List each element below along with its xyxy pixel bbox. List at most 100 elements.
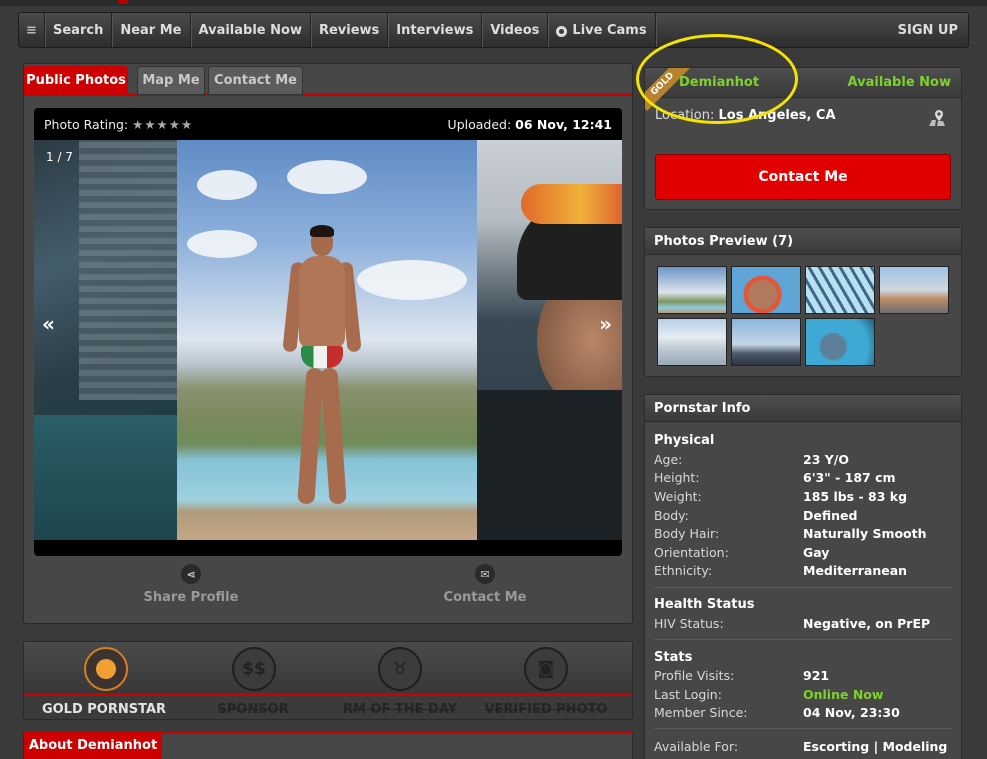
main-photo[interactable] [177, 140, 477, 540]
cloud [357, 260, 467, 300]
nav-live-cams-label: Live Cams [572, 22, 647, 38]
jacket [477, 390, 622, 540]
badge-sponsor: SPONSOR [217, 702, 289, 717]
physical-title: Physical [654, 433, 715, 448]
tab-public-photos[interactable]: Public Photos [24, 66, 128, 95]
info-value: 185 lbs - 83 kg [803, 489, 908, 504]
info-value: Gay [803, 545, 830, 560]
info-key: Weight: [654, 489, 702, 504]
tab-contact-me[interactable]: Contact Me [208, 66, 303, 95]
contact-me-button[interactable]: Contact Me [655, 154, 951, 200]
photo-thumbnail[interactable] [657, 318, 727, 366]
info-key: Available For: [654, 739, 739, 754]
info-key: HIV Status: [654, 616, 724, 631]
photo-thumbnail[interactable] [805, 318, 875, 366]
photos-preview: Photos Preview (7) [644, 227, 962, 377]
info-value: Escorting | Modeling [803, 739, 948, 754]
envelope-icon: ✉ [475, 564, 495, 584]
rating-stars[interactable]: ★★★★★ [132, 117, 193, 132]
gold-medal-icon[interactable] [84, 647, 128, 691]
horns-icon[interactable]: ♉ [378, 647, 422, 691]
info-key: Orientation: [654, 545, 729, 560]
leg [297, 367, 324, 505]
leg [320, 367, 347, 505]
photo-header: Photo Rating: ★★★★★ Uploaded: 06 Nov, 12… [34, 108, 622, 140]
cloud [197, 170, 257, 200]
info-value: 04 Nov, 23:30 [803, 705, 900, 720]
hotel-building [79, 140, 177, 400]
nav-reviews[interactable]: Reviews [311, 13, 389, 47]
swimwear [301, 346, 343, 368]
torso [299, 256, 345, 348]
nav-search[interactable]: Search [45, 13, 113, 47]
photo-thumbnail[interactable] [657, 266, 727, 314]
badges-panel: $$ ♉ ◙ GOLD PORNSTAR SPONSOR RM OF THE D… [23, 641, 633, 720]
dollar-icon[interactable]: $$ [232, 647, 276, 691]
contact-me-label: Contact Me [443, 590, 527, 605]
photo-thumbnail[interactable] [731, 318, 801, 366]
info-key: Last Login: [654, 687, 722, 702]
uploaded-value: 06 Nov, 12:41 [515, 116, 612, 132]
photo-carousel: Photo Rating: ★★★★★ Uploaded: 06 Nov, 12… [34, 108, 622, 556]
photos-panel: Public Photos Map Me Contact Me Photo Ra… [23, 63, 633, 624]
nav-videos[interactable]: Videos [482, 13, 549, 47]
photo-rating: Photo Rating: ★★★★★ [44, 117, 193, 132]
share-profile-button[interactable]: ⋖ Share Profile [121, 564, 261, 605]
next-photo-preview[interactable] [477, 140, 622, 540]
cloud [287, 160, 367, 194]
info-key: Profile Visits: [654, 668, 735, 683]
info-value: 23 Y/O [803, 452, 849, 467]
photo-thumbnail[interactable] [805, 266, 875, 314]
camera-icon[interactable]: ◙ [524, 647, 568, 691]
badge-gold-pornstar: GOLD PORNSTAR [41, 702, 167, 717]
availability-status: Available Now [847, 75, 951, 90]
photo-counter: 1 / 7 [46, 150, 73, 164]
tab-map-me[interactable]: Map Me [137, 66, 205, 95]
photo-actions: ⋖ Share Profile ✉ Contact Me [34, 564, 622, 612]
badge-verified-photo: VERIFIED PHOTO [484, 702, 608, 717]
online-status: Online Now [803, 687, 884, 702]
divider [654, 728, 952, 729]
medal-center [96, 659, 116, 679]
info-key: Age: [654, 452, 683, 467]
share-profile-label: Share Profile [143, 590, 239, 605]
nav-available-now[interactable]: Available Now [191, 13, 311, 47]
contact-me-link[interactable]: ✉ Contact Me [415, 564, 555, 605]
prev-photo-preview[interactable] [34, 140, 177, 540]
map-pin-icon[interactable] [927, 108, 947, 128]
photo-thumbnail[interactable] [731, 266, 801, 314]
about-section: About Demianhot [23, 731, 633, 759]
pornstar-info: Pornstar Info Physical Age: 23 Y/O Height… [644, 394, 962, 759]
info-value: 6'3" - 187 cm [803, 470, 896, 485]
prev-arrow-icon[interactable]: « [42, 312, 55, 336]
health-title: Health Status [654, 597, 755, 612]
nav-live-cams[interactable]: Live Cams [548, 13, 656, 47]
rating-label: Photo Rating: [44, 116, 129, 132]
info-value: Naturally Smooth [803, 526, 927, 541]
info-value: Defined [803, 508, 858, 523]
badges-band: $$ ♉ ◙ [24, 642, 632, 696]
person-figure [282, 225, 362, 508]
uploaded-label: Uploaded: [447, 116, 512, 132]
signup-link[interactable]: SIGN UP [890, 13, 968, 47]
nav-near-me[interactable]: Near Me [112, 13, 191, 47]
info-key: Height: [654, 470, 700, 485]
photo-tabs: Public Photos Map Me Contact Me [24, 64, 632, 96]
photo-thumbnail[interactable] [879, 266, 949, 314]
nav-interviews[interactable]: Interviews [388, 13, 483, 47]
info-value: Negative, on PrEP [803, 616, 931, 631]
divider [654, 639, 952, 640]
photos-preview-title: Photos Preview (7) [645, 228, 961, 255]
hair [310, 225, 334, 237]
top-nav: ≡ Search Near Me Available Now Reviews I… [18, 12, 969, 48]
next-arrow-icon[interactable]: » [599, 312, 612, 336]
info-value: 921 [803, 668, 830, 683]
divider [654, 587, 952, 588]
stats-title: Stats [654, 650, 693, 665]
highlight-circle [636, 34, 798, 124]
tab-about[interactable]: About Demianhot [24, 731, 162, 759]
share-icon: ⋖ [181, 564, 201, 584]
hamburger-icon[interactable]: ≡ [19, 13, 45, 47]
webcam-icon [556, 25, 568, 37]
top-strip [0, 0, 987, 6]
